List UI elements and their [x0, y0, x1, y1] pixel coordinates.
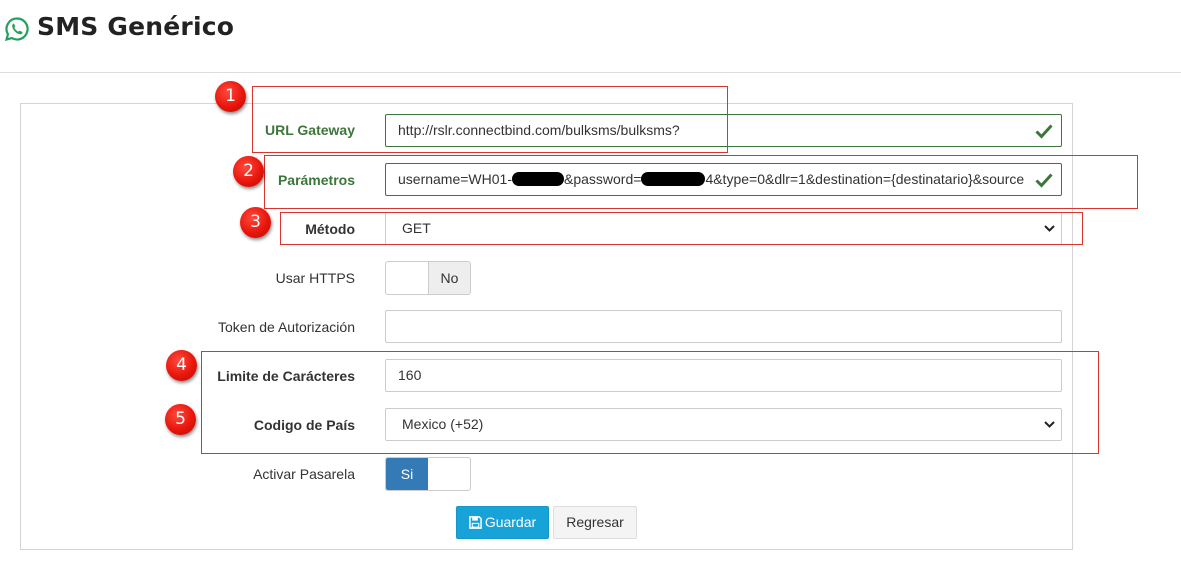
codigo-pais-value: Mexico (+52)	[402, 416, 484, 432]
token-label: Token de Autorización	[218, 319, 355, 335]
url-gateway-label: URL Gateway	[265, 122, 355, 138]
check-icon	[1035, 173, 1053, 188]
metodo-value: GET	[402, 220, 431, 236]
parametros-value-part1: username=WH01-	[398, 171, 512, 187]
token-input[interactable]	[385, 310, 1062, 343]
annotation-badge-3: 3	[240, 207, 271, 238]
codigo-pais-select[interactable]: Mexico (+52)	[385, 408, 1062, 441]
redacted-username	[512, 172, 564, 187]
activar-pasarela-toggle[interactable]: Si	[385, 457, 471, 491]
save-button-label: Guardar	[484, 514, 537, 530]
chevron-down-icon	[1044, 225, 1055, 232]
parametros-value-part2: &password=	[564, 171, 642, 187]
limite-input[interactable]: 160	[385, 359, 1062, 392]
whatsapp-icon	[5, 17, 29, 41]
save-button[interactable]: Guardar	[456, 506, 549, 539]
activar-pasarela-state: Si	[386, 458, 428, 490]
annotation-badge-5: 5	[165, 404, 196, 435]
url-gateway-value: http://rslr.connectbind.com/bulksms/bulk…	[398, 122, 680, 138]
usar-https-state: No	[428, 262, 470, 294]
usar-https-toggle[interactable]: No	[385, 261, 471, 295]
activar-pasarela-label: Activar Pasarela	[253, 466, 355, 482]
back-button-label: Regresar	[566, 514, 624, 530]
page-title: SMS Genérico	[37, 12, 235, 41]
url-gateway-input[interactable]: http://rslr.connectbind.com/bulksms/bulk…	[385, 114, 1062, 147]
page-header: SMS Genérico	[0, 0, 1181, 73]
annotation-badge-4: 4	[166, 350, 197, 381]
parametros-value-part3: 4&type=0&dlr=1&destination={destinatario…	[705, 171, 1025, 187]
redacted-password	[641, 172, 706, 187]
annotation-badge-1: 1	[215, 81, 246, 112]
metodo-select[interactable]: GET	[385, 212, 1062, 245]
parametros-input[interactable]: username=WH01- &password= 4&type=0&dlr=1&d…	[385, 163, 1062, 196]
annotation-badge-2: 2	[233, 156, 264, 187]
back-button[interactable]: Regresar	[553, 506, 637, 539]
chevron-down-icon	[1044, 421, 1055, 428]
usar-https-label: Usar HTTPS	[275, 270, 355, 286]
check-icon	[1035, 124, 1053, 139]
limite-value: 160	[398, 367, 422, 383]
save-icon	[468, 516, 482, 529]
